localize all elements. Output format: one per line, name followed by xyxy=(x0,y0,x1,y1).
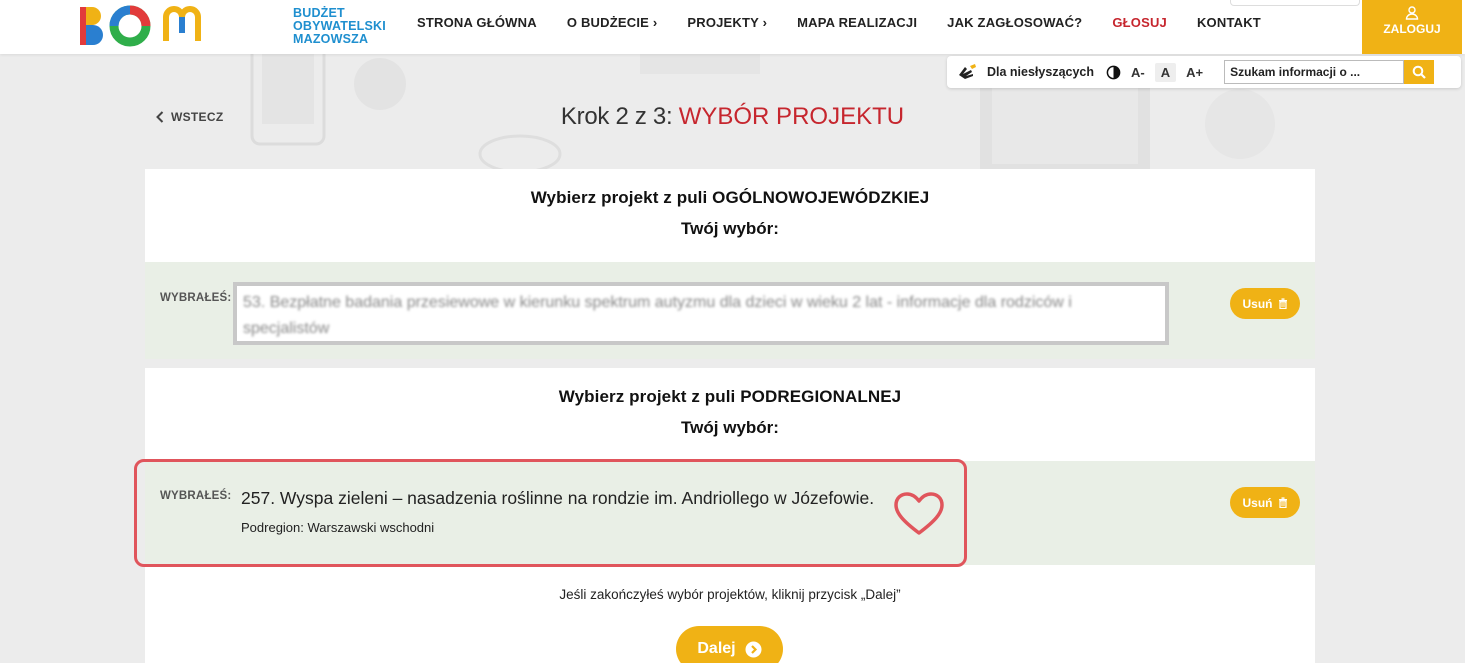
nav-item-vote[interactable]: GŁOSUJ xyxy=(1112,15,1167,30)
search-button[interactable] xyxy=(1404,60,1435,84)
remove-button[interactable]: Usuń xyxy=(1230,288,1300,319)
choice-heading: Twój wybór: xyxy=(681,219,779,238)
step-name: WYBÓR PROJEKTU xyxy=(678,103,905,130)
trash-icon xyxy=(1278,298,1287,309)
remove-label: Usuń xyxy=(1242,495,1273,510)
font-increase-button[interactable]: A+ xyxy=(1186,65,1203,80)
next-label: Dalej xyxy=(697,640,736,657)
logo-text: BUDŻET OBYWATELSKI MAZOWSZA xyxy=(293,7,386,46)
choice-heading: Twój wybór: xyxy=(681,418,779,437)
search-input[interactable] xyxy=(1224,60,1405,84)
highlight-frame xyxy=(134,459,967,567)
trash-icon xyxy=(1278,497,1287,508)
dropdown-edge xyxy=(1230,0,1360,6)
font-normal-button[interactable]: A xyxy=(1154,62,1177,82)
redacted-project: 53. Bezpłatne badania przesiewowe w kier… xyxy=(233,282,1169,345)
pool-regional-card: Wybierz projekt z puli OGÓLNOWOJEWÓDZKIE… xyxy=(145,169,1315,359)
logo-line3: MAZOWSZA xyxy=(293,32,369,46)
font-decrease-button[interactable]: A- xyxy=(1131,65,1145,80)
user-icon xyxy=(1405,6,1419,20)
next-button[interactable]: Dalej xyxy=(676,626,783,663)
main-nav: STRONA GŁÓWNA O BUDŻECIE › PROJEKTY › MA… xyxy=(417,15,1291,30)
contrast-icon[interactable] xyxy=(1106,65,1121,80)
nav-item-map[interactable]: MAPA REALIZACJI xyxy=(797,15,917,30)
finish-instruction: Jeśli zakończyłeś wybór projektów, klikn… xyxy=(559,587,901,602)
remove-label: Usuń xyxy=(1242,296,1273,311)
redacted-project-text: 53. Bezpłatne badania przesiewowe w kier… xyxy=(243,294,1072,337)
arrow-right-circle-icon xyxy=(745,641,762,657)
nav-item-home[interactable]: STRONA GŁÓWNA xyxy=(417,15,537,30)
pool-heading: Wybierz projekt z puli PODREGIONALNEJ xyxy=(558,387,902,406)
deaf-link[interactable]: Dla niesłyszących xyxy=(987,65,1094,79)
nav-item-contact[interactable]: KONTAKT xyxy=(1197,15,1261,30)
remove-button[interactable]: Usuń xyxy=(1230,487,1300,518)
search-icon xyxy=(1412,65,1426,79)
page-title: Krok 2 z 3: WYBÓR PROJEKTU xyxy=(0,103,1465,131)
nav-item-how-to-vote[interactable]: JAK ZAGŁOSOWAĆ? xyxy=(947,15,1082,30)
nav-item-about[interactable]: O BUDŻECIE › xyxy=(567,15,658,30)
nav-item-projects[interactable]: PROJEKTY › xyxy=(687,15,767,30)
step-counter: Krok 2 z 3: xyxy=(560,103,679,130)
selected-label: WYBRAŁEŚ: xyxy=(160,292,232,304)
pool-heading: Wybierz projekt z puli OGÓLNOWOJEWÓDZKIE… xyxy=(530,188,930,207)
site-header: BUDŻET OBYWATELSKI MAZOWSZA STRONA GŁÓWN… xyxy=(0,0,1465,54)
logo[interactable]: BUDŻET OBYWATELSKI MAZOWSZA xyxy=(78,3,386,49)
login-button[interactable]: ZALOGUJ xyxy=(1362,0,1462,54)
selected-project-row: WYBRAŁEŚ: 53. Bezpłatne badania przesiew… xyxy=(145,262,1315,359)
login-label: ZALOGUJ xyxy=(1383,22,1441,36)
sign-language-icon[interactable] xyxy=(957,63,979,81)
accessibility-bar: Dla niesłyszących A- A A+ xyxy=(947,56,1461,88)
